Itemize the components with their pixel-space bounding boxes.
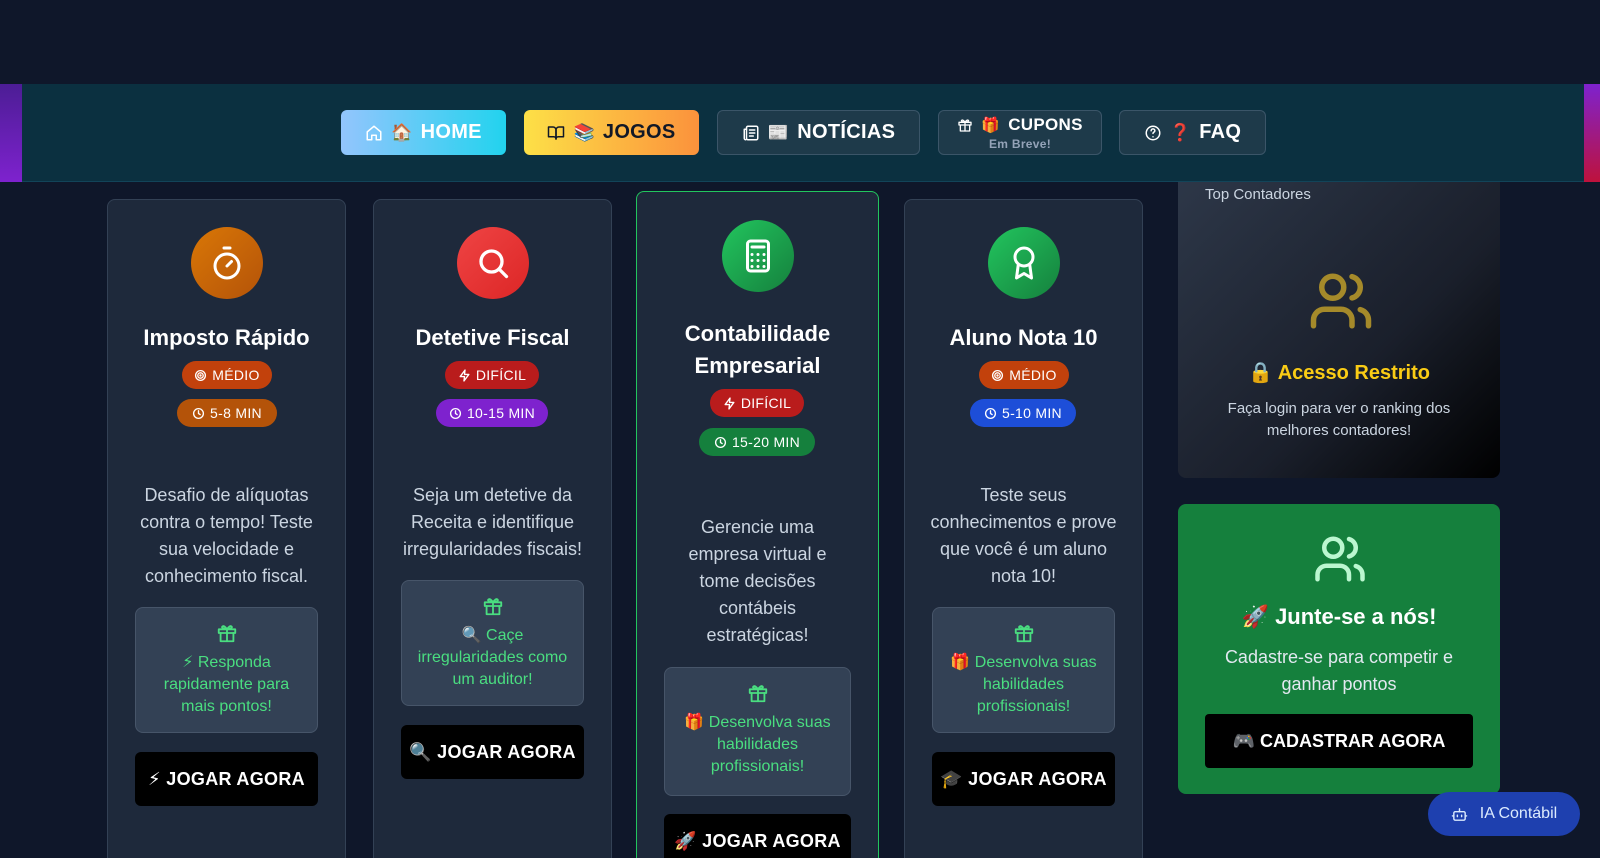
ai-assistant-button[interactable]: IA Contábil <box>1428 792 1580 836</box>
nav-noticias-label: NOTÍCIAS <box>797 121 896 143</box>
duration-label: 5-10 MIN <box>1002 405 1062 421</box>
clock-icon <box>984 407 997 419</box>
gift-icon <box>217 625 236 643</box>
game-tip-box: 🔍 Caçe irregularidades como um auditor! <box>401 580 584 706</box>
game-tip-text: 🔍 Caçe irregularidades como um auditor! <box>417 627 568 688</box>
nav-jogos-button[interactable]: 📚 JOGOS <box>524 110 699 155</box>
nav-cupons-top: 🎁 CUPONS <box>957 115 1083 135</box>
gift-icon <box>483 598 502 616</box>
game-card-aluno-nota-10: Aluno Nota 10 MÉDIO 5-10 MIN Teste seus … <box>904 199 1143 858</box>
play-button-detetive-fiscal[interactable]: 🔍 JOGAR AGORA <box>401 725 584 779</box>
game-description: Gerencie uma empresa virtual e tome deci… <box>688 517 827 645</box>
lightning-icon <box>724 396 735 410</box>
duration-label: 15-20 MIN <box>731 434 801 450</box>
gift-icon <box>1014 625 1033 643</box>
duration-badge: 5-8 MIN <box>177 399 277 427</box>
calculator-icon <box>746 239 770 273</box>
nav-jogos-emoji: 📚 <box>573 122 595 143</box>
nav-cupons-label: CUPONS <box>1008 114 1083 134</box>
duration-label: 10-15 MIN <box>466 405 536 421</box>
play-button-contabilidade-empresarial[interactable]: 🚀 JOGAR AGORA <box>664 814 851 858</box>
nav-jogos-label: JOGOS <box>602 121 676 143</box>
gift-icon <box>958 118 972 132</box>
game-card-detetive-fiscal: Detetive Fiscal DIFÍCIL 10-15 MIN Seja u… <box>373 199 612 858</box>
ai-assistant-label: IA Contábil <box>1479 805 1558 822</box>
game-tip-box: 🎁 Desenvolva suas habilidades profission… <box>932 607 1115 733</box>
game-description: Seja um detetive da Receita e identifiqu… <box>402 485 583 559</box>
game-card-imposto-rapido: Imposto Rápido MÉDIO 5-8 MIN Desafio de … <box>107 199 346 858</box>
navbar-right-accent <box>1584 84 1600 182</box>
game-title: Contabilidade Empresarial <box>684 321 831 378</box>
game-tip-box: 🎁 Desenvolva suas habilidades profission… <box>664 667 851 796</box>
nav-home-button[interactable]: 🏠 HOME <box>341 110 506 155</box>
clock-icon <box>449 407 462 419</box>
game-tip-box: ⚡ Responda rapidamente para mais pontos! <box>135 607 318 733</box>
difficulty-label: DIFÍCIL <box>475 367 527 383</box>
ranking-label: Top Contadores <box>1205 186 1311 203</box>
help-circle-icon <box>1145 125 1161 140</box>
award-icon <box>1013 246 1035 280</box>
nav-home-label: HOME <box>420 121 482 143</box>
nav-noticias-emoji: 📰 <box>767 122 790 143</box>
game-card-contabilidade-empresarial: Contabilidade Empresarial DIFÍCIL 15-20 … <box>636 191 879 858</box>
game-title: Aluno Nota 10 <box>949 325 1098 350</box>
game-tip-text: ⚡ Responda rapidamente para mais pontos! <box>163 654 290 715</box>
nav-cupons-sublabel: Em Breve! <box>988 136 1052 151</box>
bot-icon <box>1451 807 1468 821</box>
nav-faq-button[interactable]: ❓ FAQ <box>1119 110 1266 155</box>
duration-badge: 5-10 MIN <box>970 399 1076 427</box>
gift-icon <box>748 685 767 703</box>
game-description: Teste seus conhecimentos e prove que voc… <box>930 485 1117 586</box>
game-icon-circle <box>722 220 794 292</box>
lightning-icon <box>459 368 470 382</box>
difficulty-badge: DIFÍCIL <box>710 389 804 417</box>
nav-faq-label: FAQ <box>1199 121 1242 143</box>
signup-button[interactable]: 🎮 CADASTRAR AGORA <box>1205 714 1473 768</box>
nav-cupons-emoji: 🎁 <box>981 115 1001 134</box>
game-tip-text: 🎁 Desenvolva suas habilidades profission… <box>684 714 831 775</box>
navbar-left-accent <box>0 84 22 182</box>
nav-home-emoji: 🏠 <box>391 122 413 143</box>
difficulty-badge: MÉDIO <box>182 361 272 389</box>
users-icon <box>1310 273 1372 329</box>
game-icon-circle <box>457 227 529 299</box>
play-button-imposto-rapido[interactable]: ⚡ JOGAR AGORA <box>135 752 318 806</box>
play-button-aluno-nota-10[interactable]: 🎓 JOGAR AGORA <box>932 752 1115 806</box>
ranking-panel: Top Contadores 🔒 Acesso Restrito Faça lo… <box>1178 182 1500 478</box>
game-icon-circle <box>191 227 263 299</box>
book-open-icon <box>548 125 565 140</box>
target-icon <box>195 369 207 381</box>
duration-label: 5-8 MIN <box>210 405 262 421</box>
search-icon <box>479 249 509 279</box>
join-text: Cadastre-se para competir e ganhar ponto… <box>1224 647 1454 694</box>
game-title: Detetive Fiscal <box>415 325 570 350</box>
duration-badge: 15-20 MIN <box>699 428 815 456</box>
difficulty-label: MÉDIO <box>212 367 260 383</box>
nav-noticias-button[interactable]: 📰 NOTÍCIAS <box>717 110 920 155</box>
stopwatch-icon <box>213 246 241 280</box>
nav-faq-emoji: ❓ <box>1169 122 1192 143</box>
restricted-title: 🔒 Acesso Restrito <box>1248 362 1430 384</box>
users-icon <box>1315 536 1365 582</box>
clock-icon <box>714 436 727 448</box>
difficulty-badge: MÉDIO <box>979 361 1069 389</box>
top-navbar: 🏠 HOME 📚 JOGOS 📰 NOTÍCIAS 🎁 CUPONS Em Br… <box>0 84 1600 182</box>
nav-cupons-button[interactable]: 🎁 CUPONS Em Breve! <box>938 110 1102 155</box>
home-icon <box>366 125 382 140</box>
game-tip-text: 🎁 Desenvolva suas habilidades profission… <box>950 654 1097 715</box>
game-title: Imposto Rápido <box>143 325 310 350</box>
game-description: Desafio de alíquotas contra o tempo! Tes… <box>140 485 313 586</box>
join-title: 🚀 Junte-se a nós! <box>1241 604 1437 629</box>
join-panel: 🚀 Junte-se a nós! Cadastre-se para compe… <box>1178 504 1500 794</box>
target-icon <box>992 369 1004 381</box>
difficulty-label: DIFÍCIL <box>740 395 792 411</box>
game-icon-circle <box>988 227 1060 299</box>
restricted-text: Faça login para ver o ranking dos melhor… <box>1227 400 1451 439</box>
clock-icon <box>192 407 205 419</box>
difficulty-label: MÉDIO <box>1009 367 1057 383</box>
newspaper-icon <box>743 125 759 140</box>
difficulty-badge: DIFÍCIL <box>445 361 539 389</box>
duration-badge: 10-15 MIN <box>436 399 548 427</box>
